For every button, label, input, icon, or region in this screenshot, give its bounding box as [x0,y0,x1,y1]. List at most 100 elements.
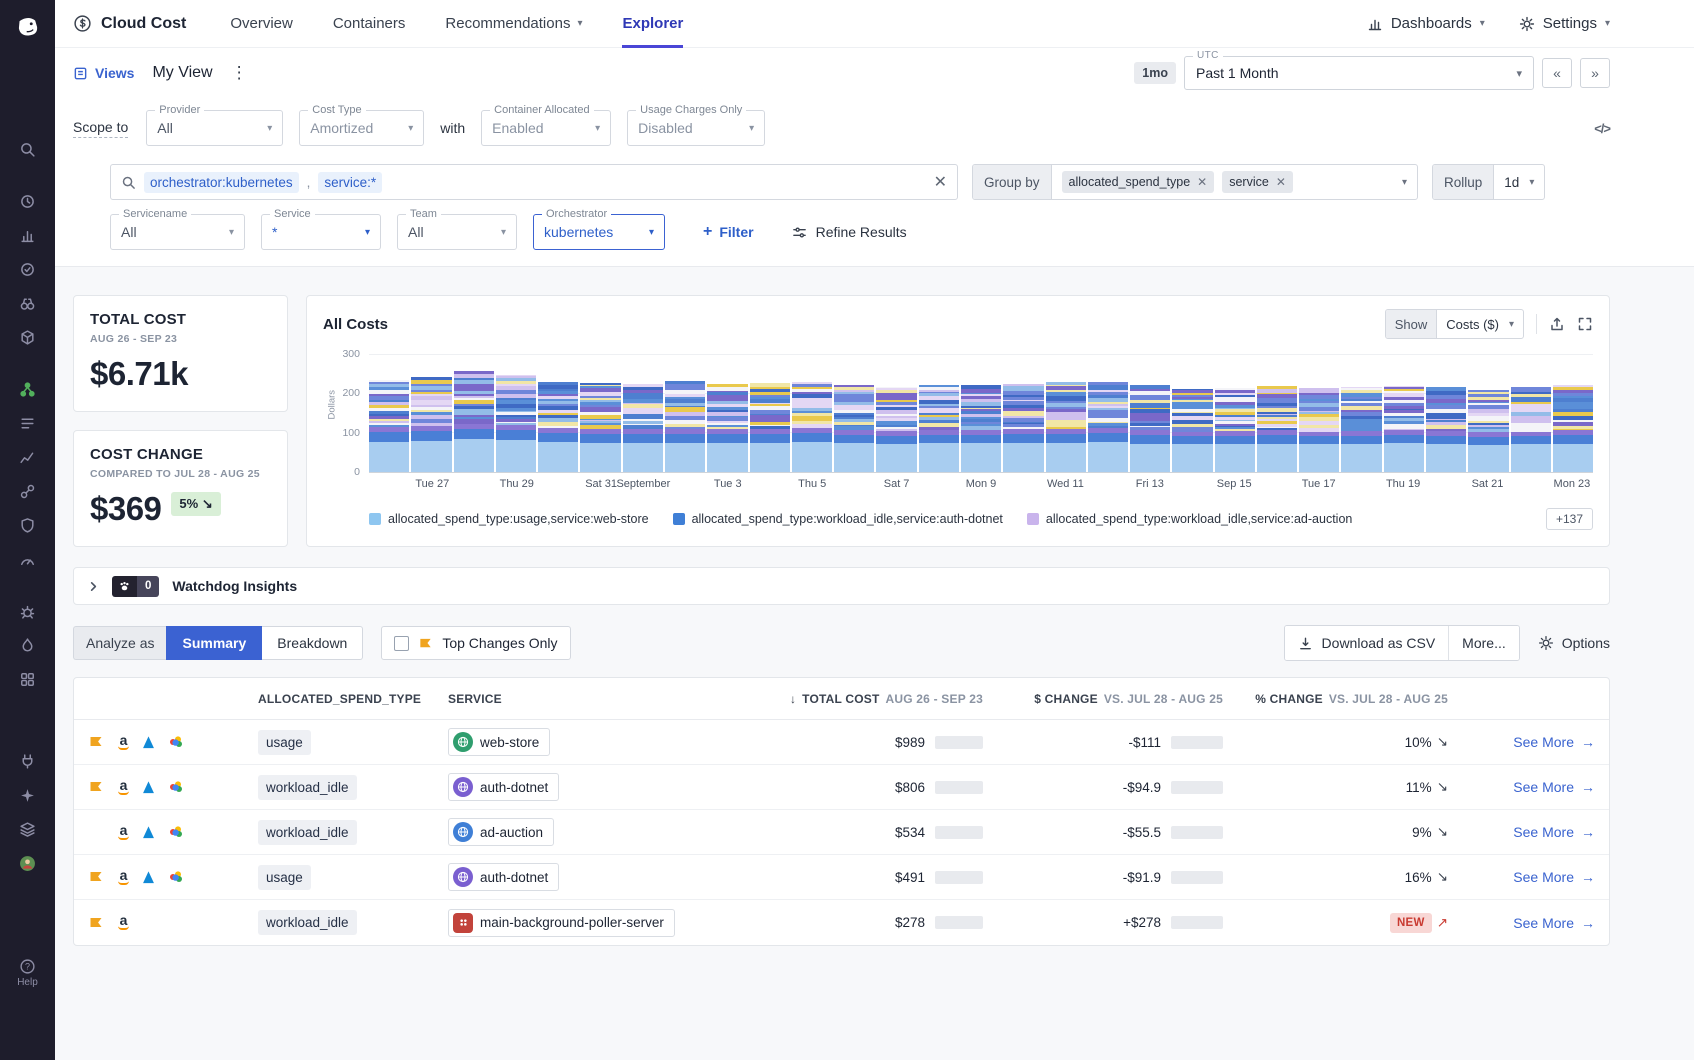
usage-charges-select[interactable]: Usage Charges Only Disabled ▾ [627,110,765,146]
chart-bar[interactable] [707,384,747,472]
spend-type-value[interactable]: workload_idle [258,820,357,845]
integrations-icon[interactable] [0,474,55,508]
options-button[interactable]: Options [1538,635,1610,651]
apm-icon[interactable] [0,542,55,576]
search-icon[interactable] [0,132,55,166]
legend-item[interactable]: allocated_spend_type:usage,service:web-s… [369,512,649,526]
top-changes-checkbox[interactable] [394,636,409,651]
views-button[interactable]: Views [73,65,134,81]
monitors-icon[interactable] [0,252,55,286]
team-select[interactable]: Team All ▾ [397,214,517,250]
chart-bar[interactable] [665,381,705,472]
chart-bar[interactable] [1511,387,1551,472]
tab-overview[interactable]: Overview [230,0,293,48]
search-input[interactable]: orchestrator:kubernetes , service:* ✕ [110,164,958,200]
datadog-logo[interactable] [11,10,45,44]
orchestrator-select[interactable]: Orchestrator kubernetes ▾ [533,214,665,250]
tab-containers[interactable]: Containers [333,0,406,48]
history-icon[interactable] [0,184,55,218]
chart-bar[interactable] [1384,386,1424,472]
query-token[interactable]: orchestrator:kubernetes [144,172,299,193]
profiling-icon[interactable] [0,628,55,662]
chart-bar[interactable] [411,377,451,472]
chart-bar[interactable] [369,380,409,472]
flag-icon[interactable] [88,915,118,931]
see-more-link[interactable]: See More→ [1448,915,1595,931]
chart-bar[interactable] [1553,385,1593,472]
chart-bar[interactable] [1299,388,1339,472]
plug-icon[interactable] [0,744,55,778]
col-spend-type[interactable]: ALLOCATED_SPEND_TYPE [258,692,448,706]
group-by-chip[interactable]: allocated_spend_type✕ [1062,171,1215,193]
chart-bar[interactable] [1257,386,1297,472]
spend-type-value[interactable]: workload_idle [258,910,357,935]
chart-bar[interactable] [623,384,663,472]
chart-bar[interactable] [1215,388,1255,472]
refine-results-button[interactable]: Refine Results [792,224,907,240]
chart-bar[interactable] [792,382,832,472]
chart-bar[interactable] [834,385,874,472]
chart-bar[interactable] [454,371,494,472]
metrics-icon[interactable] [0,440,55,474]
flag-icon[interactable] [88,779,118,795]
sparkles-icon[interactable] [0,778,55,812]
tab-recommendations[interactable]: Recommendations▾ [445,0,582,48]
flag-icon[interactable] [88,869,118,885]
clear-search-icon[interactable]: ✕ [934,172,947,192]
query-token[interactable]: service:* [318,172,382,193]
add-filter-button[interactable]: +Filter [703,223,754,241]
legend-item[interactable]: allocated_spend_type:workload_idle,servi… [673,512,1003,526]
flag-icon[interactable] [88,734,118,750]
watchdog-insights-row[interactable]: 0 Watchdog Insights [73,567,1610,605]
service-chip[interactable]: auth-dotnet [448,863,559,891]
col-service[interactable]: SERVICE [448,692,778,706]
chart-bar[interactable] [1172,389,1212,472]
group-by-chip[interactable]: service✕ [1222,171,1293,193]
chart-bar[interactable] [1046,382,1086,473]
chart-bar[interactable] [538,382,578,473]
spend-type-value[interactable]: workload_idle [258,775,357,800]
service-chip[interactable]: ad-auction [448,818,554,846]
kebab-menu-icon[interactable]: ⋮ [231,63,248,83]
containers-icon[interactable] [0,320,55,354]
security-icon[interactable] [0,508,55,542]
service-chip[interactable]: web-store [448,728,550,756]
chart-bar[interactable] [876,387,916,472]
legend-more-chip[interactable]: +137 [1546,508,1593,530]
spend-type-value[interactable]: usage [258,730,311,755]
dashboards-menu[interactable]: Dashboards▾ [1367,15,1485,32]
service-select[interactable]: Service * ▾ [261,214,381,250]
remove-icon[interactable]: ✕ [1197,175,1207,189]
help-button[interactable]: ? Help [17,958,38,988]
chevron-right-icon[interactable] [88,581,99,592]
export-icon[interactable] [1549,316,1565,332]
chart-bar[interactable] [1003,384,1043,472]
top-changes-toggle[interactable]: Top Changes Only [381,626,570,660]
see-more-link[interactable]: See More→ [1448,824,1595,840]
servicename-select[interactable]: Servicename All ▾ [110,214,245,250]
col-total-cost[interactable]: ↓TOTAL COSTAUG 26 - SEP 23 [778,692,983,706]
time-forward-button[interactable]: » [1580,58,1610,88]
service-chip[interactable]: main-background-poller-server [448,909,675,937]
code-view-icon[interactable]: </> [1594,121,1610,136]
see-more-link[interactable]: See More→ [1448,734,1595,750]
chart-bar[interactable] [1130,385,1170,472]
chart-bar[interactable] [580,383,620,472]
col-pct-change[interactable]: % CHANGEVS. JUL 28 - AUG 25 [1223,692,1448,706]
col-dollar-change[interactable]: $ CHANGEVS. JUL 28 - AUG 25 [983,692,1223,706]
logs-icon[interactable] [0,406,55,440]
error-tracking-icon[interactable] [0,594,55,628]
see-more-link[interactable]: See More→ [1448,869,1595,885]
infrastructure-icon[interactable] [0,286,55,320]
chart-bar[interactable] [1426,387,1466,472]
see-more-link[interactable]: See More→ [1448,779,1595,795]
container-allocated-select[interactable]: Container Allocated Enabled ▾ [481,110,611,146]
remove-icon[interactable]: ✕ [1276,175,1286,189]
ci-visibility-icon[interactable] [0,662,55,696]
time-range-chip[interactable]: 1mo [1134,62,1176,84]
chart-bar[interactable] [496,375,536,472]
chart-bar[interactable] [1088,382,1128,472]
tab-breakdown[interactable]: Breakdown [262,626,363,660]
chart-bar[interactable] [750,383,790,472]
chart-bar[interactable] [961,385,1001,472]
